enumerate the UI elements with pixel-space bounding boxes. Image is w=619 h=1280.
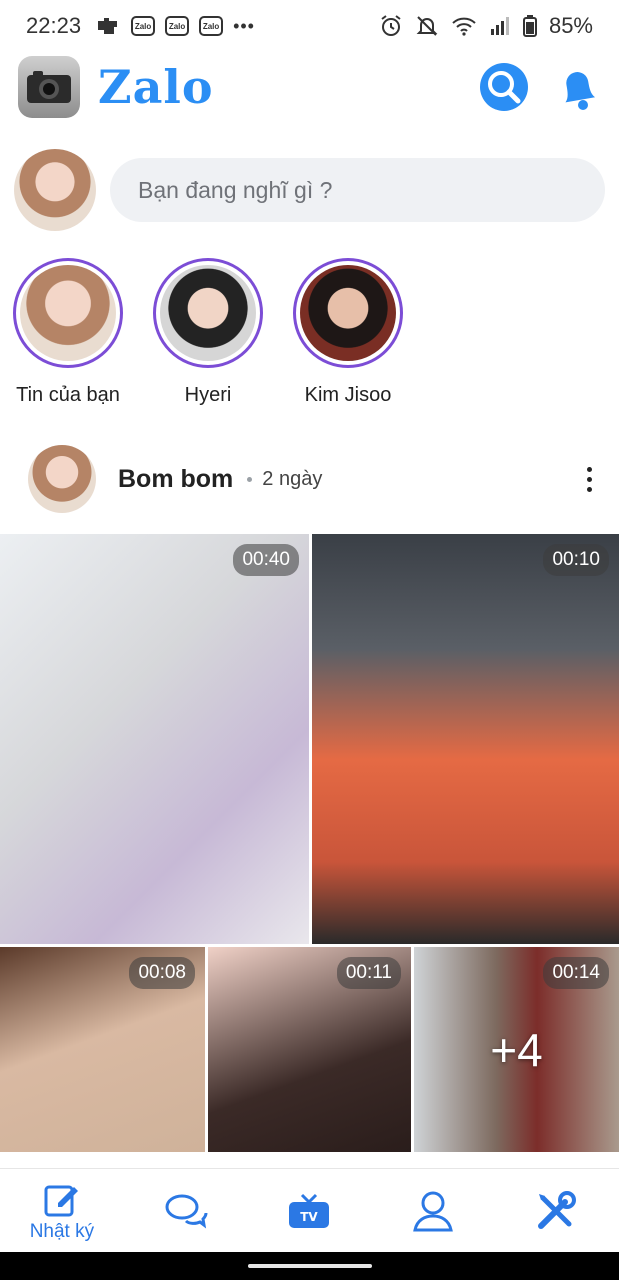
search-icon[interactable] [479, 62, 529, 112]
post-author-name[interactable]: Bom bom [118, 465, 233, 494]
separator-dot [247, 476, 253, 482]
notification-bell-icon[interactable] [555, 62, 601, 112]
nav-tools[interactable] [495, 1169, 619, 1252]
story-item[interactable]: Hyeri [152, 258, 264, 407]
camera-glyph-icon [27, 71, 71, 103]
signal-icon [490, 17, 509, 35]
video-duration: 00:10 [543, 544, 609, 576]
story-ring [293, 258, 403, 368]
camera-icon[interactable] [18, 56, 80, 118]
post-media-grid: 00:40 00:10 00:08 00:11 +4 00:14 [0, 534, 619, 1152]
zalo-notification-icon: Zalo [165, 16, 190, 36]
chat-bubbles-icon [165, 1194, 208, 1228]
video-duration: 00:14 [543, 957, 609, 989]
puzzle-notification-icon [98, 18, 118, 34]
profile-icon [413, 1191, 454, 1231]
status-bar: 22:23 Zalo Zalo Zalo ••• 85% [0, 0, 619, 52]
zalo-notification-icon: Zalo [131, 16, 156, 36]
home-gesture-handle[interactable] [248, 1264, 372, 1268]
clock: 22:23 [26, 13, 82, 38]
story-ring [153, 258, 263, 368]
video-duration: 00:40 [233, 544, 299, 576]
post-header: Bom bom 2 ngày [28, 444, 597, 514]
svg-text:TV: TV [301, 1210, 319, 1224]
battery-level: 85% [548, 13, 593, 38]
avatar[interactable] [14, 149, 96, 231]
app-header: Zalo [18, 55, 601, 119]
avatar [300, 265, 396, 361]
story-ring [13, 258, 123, 368]
post-composer: Bạn đang nghĩ gì ? [14, 148, 605, 232]
diary-edit-icon [44, 1185, 78, 1216]
video-thumbnail[interactable]: 00:10 [312, 534, 619, 944]
alarm-icon [381, 15, 401, 36]
mute-icon [416, 16, 438, 36]
battery-icon [522, 15, 537, 37]
story-label: Tin của bạn [16, 384, 120, 406]
video-duration: 00:11 [336, 957, 401, 989]
more-notifications-icon: ••• [233, 15, 255, 36]
nav-label: Nhật ký [29, 1220, 95, 1242]
video-thumbnail[interactable]: +4 00:14 [414, 947, 619, 1152]
tv-icon: TV [289, 1193, 330, 1228]
story-item[interactable]: Tin của bạn [12, 258, 124, 407]
stories-row: Tin của bạn Hyeri Kim Jisoo [12, 258, 404, 407]
status-input[interactable]: Bạn đang nghĩ gì ? [110, 158, 605, 222]
zalo-notification-icon: Zalo [199, 16, 224, 36]
story-item[interactable]: Kim Jisoo [292, 258, 404, 407]
post-more-options-icon[interactable] [581, 466, 597, 492]
nav-diary[interactable]: Nhật ký [0, 1169, 124, 1252]
wifi-icon [452, 17, 476, 36]
post-timestamp: 2 ngày [262, 467, 323, 490]
video-thumbnail[interactable]: 00:11 [208, 947, 411, 1152]
bottom-navigation: Nhật ký TV [0, 1168, 619, 1252]
avatar [160, 265, 256, 361]
story-label: Kim Jisoo [304, 384, 392, 406]
video-duration: 00:08 [129, 957, 195, 989]
system-navigation-bar [0, 1252, 619, 1280]
avatar [20, 265, 116, 361]
nav-tv[interactable]: TV [248, 1169, 372, 1252]
tools-icon [538, 1190, 577, 1229]
nav-messages[interactable] [124, 1169, 248, 1252]
nav-profile[interactable] [371, 1169, 495, 1252]
video-thumbnail[interactable]: 00:40 [0, 534, 309, 944]
app-title: Zalo [98, 60, 214, 114]
story-label: Hyeri [184, 384, 232, 406]
video-thumbnail[interactable]: 00:08 [0, 947, 205, 1152]
post-author-avatar[interactable] [28, 445, 96, 513]
